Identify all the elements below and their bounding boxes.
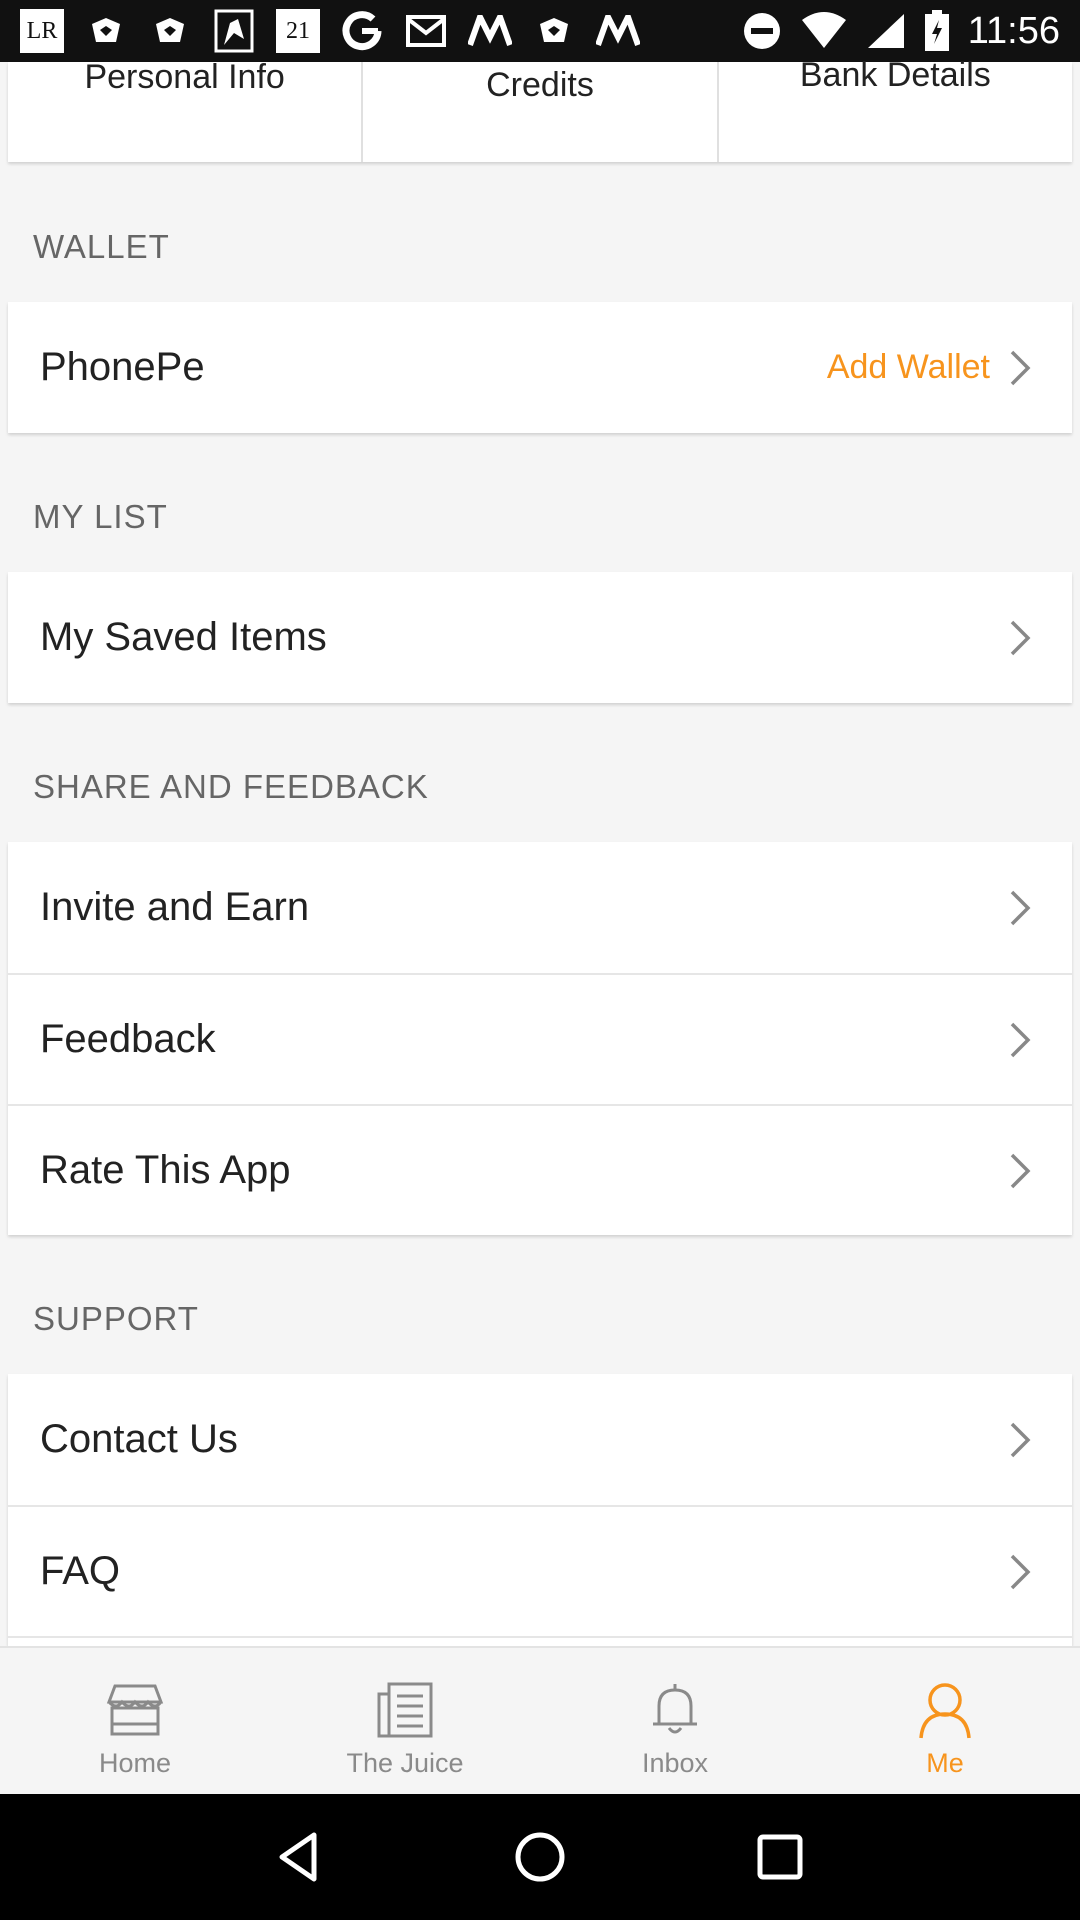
nav-label: Me: [926, 1748, 964, 1778]
person-icon: [919, 1683, 971, 1739]
status-bar: LR 21 11:56: [0, 0, 1080, 62]
bottom-nav: Home The Juice Inbox Me: [0, 1646, 1080, 1794]
back-icon[interactable]: [270, 1827, 330, 1887]
wifi-icon: [801, 12, 846, 48]
wallet-row-phonepe[interactable]: PhonePe Add Wallet: [8, 302, 1072, 433]
row-label: My Saved Items: [40, 615, 327, 659]
list-item-faq[interactable]: FAQ: [8, 1505, 1072, 1636]
tab-label: Personal Info: [84, 58, 285, 96]
bell-icon: [653, 1684, 697, 1734]
nav-item-me[interactable]: Me: [810, 1648, 1080, 1794]
recents-icon[interactable]: [750, 1827, 810, 1887]
notification-icon: [532, 9, 576, 53]
tab-label: Credits: [486, 66, 594, 104]
row-label: Contact Us: [40, 1417, 238, 1461]
tab-credits[interactable]: Credits: [361, 62, 716, 162]
clock: 11:56: [967, 9, 1060, 52]
list-item-partial: [8, 1636, 1072, 1646]
row-label: Rate This App: [40, 1148, 291, 1192]
section-title-my-list: MY LIST: [33, 498, 168, 535]
notification-icon: [84, 9, 128, 53]
calendar-icon: 21: [276, 9, 320, 53]
do-not-disturb-icon: [743, 13, 780, 49]
list-item-my-saved-items[interactable]: My Saved Items: [8, 572, 1072, 703]
tab-personal-info[interactable]: Personal Info: [8, 58, 361, 162]
wallet-card: PhonePe Add Wallet: [8, 302, 1072, 433]
section-title-support: SUPPORT: [33, 1300, 199, 1337]
store-icon: [106, 1684, 164, 1736]
list-item-feedback[interactable]: Feedback: [8, 973, 1072, 1104]
gmail-icon: [404, 9, 448, 53]
google-icon: [340, 9, 384, 53]
tab-bank-details[interactable]: Bank Details: [716, 56, 1072, 162]
system-nav-bar: [0, 1794, 1080, 1920]
battery-icon: [924, 10, 949, 51]
list-item-invite-and-earn[interactable]: Invite and Earn: [8, 842, 1072, 973]
chevron-right-icon: [1010, 1554, 1031, 1589]
profile-tabs: Personal Info Credits Bank Details: [8, 56, 1072, 162]
row-label: FAQ: [40, 1549, 121, 1593]
add-wallet-link[interactable]: Add Wallet: [827, 348, 990, 387]
tab-label: Bank Details: [799, 56, 991, 94]
nav-label: Inbox: [641, 1748, 709, 1778]
section-title-share-feedback: SHARE AND FEEDBACK: [33, 768, 429, 805]
myntra-icon: [468, 9, 512, 53]
chevron-right-icon: [1010, 890, 1031, 925]
row-label: PhonePe: [40, 345, 205, 389]
notification-icon: [212, 9, 256, 53]
section-title-wallet: WALLET: [33, 228, 170, 265]
chevron-right-icon: [1010, 350, 1031, 385]
chevron-right-icon: [1010, 1153, 1031, 1188]
my-list-card: My Saved Items: [8, 572, 1072, 703]
chevron-right-icon: [1010, 1422, 1031, 1457]
nav-item-home[interactable]: Home: [0, 1648, 270, 1794]
row-label: Invite and Earn: [40, 885, 310, 929]
notification-icon: [148, 9, 192, 53]
signal-icon: [867, 14, 904, 48]
row-label: Feedback: [40, 1017, 216, 1061]
support-card: Contact Us FAQ: [8, 1374, 1072, 1646]
nav-item-the-juice[interactable]: The Juice: [270, 1648, 540, 1794]
nav-item-inbox[interactable]: Inbox: [540, 1648, 810, 1794]
list-item-rate-this-app[interactable]: Rate This App: [8, 1104, 1072, 1235]
news-icon: [377, 1682, 433, 1738]
nav-label: Home: [98, 1748, 172, 1778]
chevron-right-icon: [1010, 1022, 1031, 1057]
share-feedback-card: Invite and Earn Feedback Rate This App: [8, 842, 1072, 1235]
list-item-contact-us[interactable]: Contact Us: [8, 1374, 1072, 1505]
nav-label: The Juice: [346, 1748, 464, 1778]
myntra-icon: [596, 9, 640, 53]
home-icon[interactable]: [510, 1827, 570, 1887]
chevron-right-icon: [1010, 620, 1031, 655]
lr-app-icon: LR: [20, 9, 64, 53]
